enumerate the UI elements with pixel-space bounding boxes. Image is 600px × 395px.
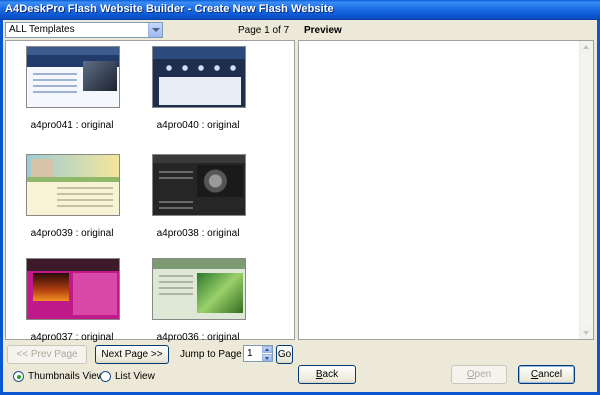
template-caption: a4pro036 : original <box>156 332 240 343</box>
spin-up-icon[interactable] <box>262 346 272 353</box>
template-thumbnail[interactable] <box>152 258 246 320</box>
jump-page-value: 1 <box>247 348 253 359</box>
template-thumbnail[interactable] <box>26 46 120 108</box>
open-button[interactable]: Open <box>451 365 507 384</box>
template-filter-value: ALL Templates <box>9 24 75 35</box>
template-caption: a4pro039 : original <box>30 228 114 239</box>
preview-label: Preview <box>304 25 342 36</box>
back-button[interactable]: Back <box>298 365 356 384</box>
thumbnails-view-label: Thumbnails View <box>28 371 104 382</box>
cancel-button[interactable]: Cancel <box>518 365 575 384</box>
template-caption: a4pro038 : original <box>156 228 240 239</box>
jump-page-stepper[interactable]: 1 <box>243 345 273 362</box>
jump-to-page-label: Jump to Page <box>180 349 242 360</box>
template-caption: a4pro040 : original <box>156 120 240 131</box>
next-page-button[interactable]: Next Page >> <box>95 345 169 364</box>
chevron-down-icon[interactable] <box>148 23 162 37</box>
template-thumbnail[interactable] <box>152 154 246 216</box>
scroll-down-icon[interactable] <box>580 326 593 339</box>
template-filter-dropdown[interactable]: ALL Templates <box>5 22 163 38</box>
window-title: A4DeskPro Flash Website Builder - Create… <box>5 3 334 15</box>
page-indicator: Page 1 of 7 <box>238 25 290 36</box>
prev-page-button[interactable]: << Prev Page <box>7 345 87 364</box>
thumbnail-panel: a4pro041 : original a4pro040 : original … <box>5 40 295 343</box>
template-thumbnail[interactable] <box>26 258 120 320</box>
list-view-label: List View <box>115 371 155 382</box>
radio-unselected-icon[interactable] <box>100 371 111 382</box>
preview-scrollbar[interactable] <box>579 41 593 339</box>
radio-selected-icon[interactable] <box>13 371 24 382</box>
spin-down-icon[interactable] <box>262 354 272 361</box>
title-bar: A4DeskPro Flash Website Builder - Create… <box>0 0 600 20</box>
template-thumbnail[interactable] <box>152 46 246 108</box>
template-thumbnail[interactable] <box>26 154 120 216</box>
go-button[interactable]: Go <box>276 345 293 364</box>
scroll-up-icon[interactable] <box>580 41 593 54</box>
preview-panel <box>298 40 594 340</box>
template-caption: a4pro037 : original <box>30 332 114 343</box>
template-caption: a4pro041 : original <box>30 120 114 131</box>
